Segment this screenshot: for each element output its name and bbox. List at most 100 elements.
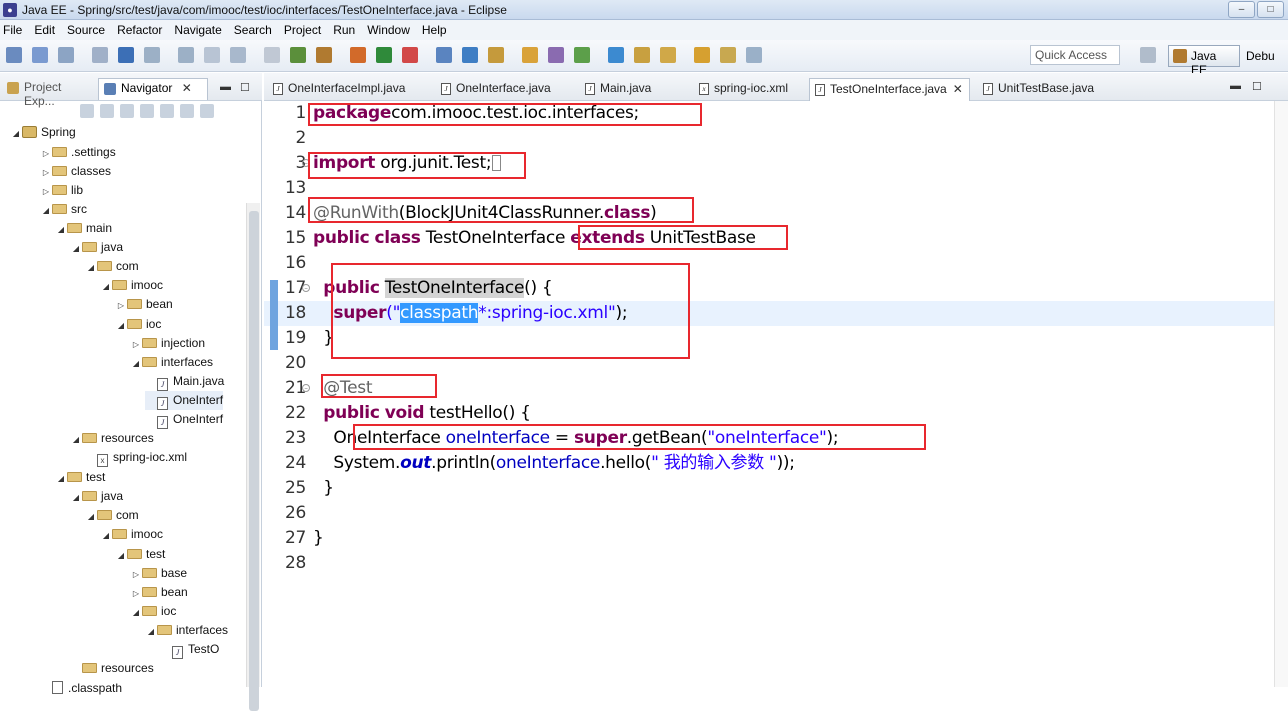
view-menu-icon[interactable]: [200, 104, 214, 118]
collapse-arrow-icon[interactable]: ▷: [115, 297, 127, 315]
expand-arrow-icon[interactable]: ◢: [130, 604, 142, 622]
tab-project-explorer[interactable]: Project Exp...: [2, 78, 94, 108]
toolbar-icon[interactable]: [6, 47, 22, 63]
toolbar-icon[interactable]: [402, 47, 418, 63]
expand-arrow-icon[interactable]: ◢: [40, 202, 52, 220]
toolbar-icon[interactable]: [548, 47, 564, 63]
tree-item[interactable]: ◢ imooc: [100, 276, 163, 295]
code-line[interactable]: 27}: [264, 526, 1274, 551]
toolbar-icon[interactable]: [574, 47, 590, 63]
tree-item[interactable]: ◢ java: [70, 487, 123, 506]
editor-tab-main-java[interactable]: J Main.java: [580, 78, 657, 101]
minimize-editor-icon[interactable]: ▬: [1230, 80, 1241, 92]
collapse-arrow-icon[interactable]: ▷: [130, 585, 142, 603]
menu-window[interactable]: Window: [367, 23, 410, 37]
tree-item[interactable]: ◢ main: [55, 219, 112, 238]
tree-item[interactable]: J TestO: [160, 640, 219, 659]
tree-item[interactable]: ▷ injection: [130, 334, 205, 353]
toolbar-icon[interactable]: [204, 47, 220, 63]
open-perspective-icon[interactable]: [1140, 47, 1156, 63]
code-line[interactable]: 26: [264, 501, 1274, 526]
expand-arrow-icon[interactable]: ◢: [115, 547, 127, 565]
expand-arrow-icon[interactable]: ◢: [130, 355, 142, 373]
expand-arrow-icon[interactable]: ◢: [85, 259, 97, 277]
editor-tab-unittestbase-java[interactable]: J UnitTestBase.java: [978, 78, 1100, 101]
debug-perspective-button[interactable]: Debu: [1246, 49, 1275, 63]
up-icon[interactable]: [120, 104, 134, 118]
expand-arrow-icon[interactable]: ◢: [55, 470, 67, 488]
scrollbar-thumb[interactable]: [249, 211, 259, 711]
code-line[interactable]: 28: [264, 551, 1274, 576]
code-line[interactable]: 2: [264, 126, 1274, 151]
java-ee-perspective-button[interactable]: Java EE: [1168, 45, 1240, 77]
tree-item[interactable]: ◢ test: [115, 545, 165, 564]
editor-tab-spring-ioc-xml[interactable]: x spring-ioc.xml: [694, 78, 794, 101]
editor-tab-testoneinterface-java[interactable]: J TestOneInterface.java ✕: [809, 78, 970, 101]
tree-item[interactable]: .classpath: [40, 679, 122, 698]
collapse-arrow-icon[interactable]: ▷: [40, 164, 52, 182]
tree-scrollbar[interactable]: [246, 203, 260, 711]
tree-item[interactable]: ◢ ioc: [115, 315, 161, 334]
tree-item[interactable]: ◢ test: [55, 468, 105, 487]
tree-item[interactable]: ◢ src: [40, 200, 87, 219]
minimize-view-icon[interactable]: ▬: [220, 81, 231, 93]
tree-item[interactable]: resources: [70, 659, 154, 678]
menu-navigate[interactable]: Navigate: [174, 23, 221, 37]
toolbar-icon[interactable]: [32, 47, 48, 63]
toolbar-icon[interactable]: [264, 47, 280, 63]
collapse-arrow-icon[interactable]: ▷: [40, 183, 52, 201]
link-with-editor-icon[interactable]: [160, 104, 174, 118]
toolbar-icon[interactable]: [634, 47, 650, 63]
toolbar-icon[interactable]: [462, 47, 478, 63]
menu-refactor[interactable]: Refactor: [117, 23, 162, 37]
toolbar-icon[interactable]: [144, 47, 160, 63]
maximize-view-icon[interactable]: ☐: [240, 81, 250, 94]
collapse-arrow-icon[interactable]: ▷: [40, 145, 52, 163]
close-icon[interactable]: ✕: [953, 82, 963, 96]
editor-scrollbar[interactable]: [1274, 101, 1288, 687]
toolbar-icon[interactable]: [488, 47, 504, 63]
expand-arrow-icon[interactable]: ◢: [145, 623, 157, 641]
tree-item[interactable]: ▷ lib: [40, 181, 83, 200]
fold-icon[interactable]: –: [302, 384, 310, 392]
menu-file[interactable]: File: [3, 23, 22, 37]
tree-item[interactable]: ◢ java: [70, 238, 123, 257]
filter-icon[interactable]: [180, 104, 194, 118]
tree-item[interactable]: ◢ com: [85, 257, 139, 276]
tree-item[interactable]: x spring-ioc.xml: [85, 448, 187, 467]
tree-item[interactable]: ▷ bean: [130, 583, 188, 602]
maximize-button[interactable]: □: [1257, 1, 1284, 18]
expand-arrow-icon[interactable]: ◢: [85, 508, 97, 526]
menu-edit[interactable]: Edit: [34, 23, 55, 37]
code-line[interactable]: 24 System.out.println(oneInterface.hello…: [264, 451, 1274, 476]
collapse-arrow-icon[interactable]: ▷: [130, 566, 142, 584]
toolbar-icon[interactable]: [522, 47, 538, 63]
menu-search[interactable]: Search: [234, 23, 272, 37]
expand-arrow-icon[interactable]: ◢: [100, 278, 112, 296]
toolbar-icon[interactable]: [376, 47, 392, 63]
menu-project[interactable]: Project: [284, 23, 321, 37]
code-line[interactable]: 25 }: [264, 476, 1274, 501]
toolbar-icon[interactable]: [178, 47, 194, 63]
expand-arrow-icon[interactable]: ◢: [55, 221, 67, 239]
minimize-button[interactable]: –: [1228, 1, 1255, 18]
menu-help[interactable]: Help: [422, 23, 447, 37]
toolbar-icon[interactable]: [350, 47, 366, 63]
toolbar-icon[interactable]: [92, 47, 108, 63]
forward-icon[interactable]: [100, 104, 114, 118]
collapse-arrow-icon[interactable]: ▷: [130, 336, 142, 354]
quick-access-input[interactable]: Quick Access: [1030, 45, 1120, 65]
toolbar-icon[interactable]: [290, 47, 306, 63]
editor-tab-oneinterface-java[interactable]: J OneInterface.java: [436, 78, 557, 101]
editor-tab-oneinterfaceimpl-java[interactable]: J OneInterfaceImpl.java: [268, 78, 411, 101]
expand-arrow-icon[interactable]: ◢: [10, 125, 22, 143]
tree-item[interactable]: ▷ bean: [115, 295, 173, 314]
tree-item[interactable]: ◢ resources: [70, 429, 154, 448]
tab-navigator[interactable]: Navigator ✕: [98, 78, 208, 100]
expand-arrow-icon[interactable]: ◢: [70, 489, 82, 507]
toolbar-icon[interactable]: [720, 47, 736, 63]
tree-item[interactable]: ◢ imooc: [100, 525, 163, 544]
tree-item[interactable]: ▷ classes: [40, 162, 111, 181]
toolbar-icon[interactable]: [230, 47, 246, 63]
toolbar-icon[interactable]: [58, 47, 74, 63]
